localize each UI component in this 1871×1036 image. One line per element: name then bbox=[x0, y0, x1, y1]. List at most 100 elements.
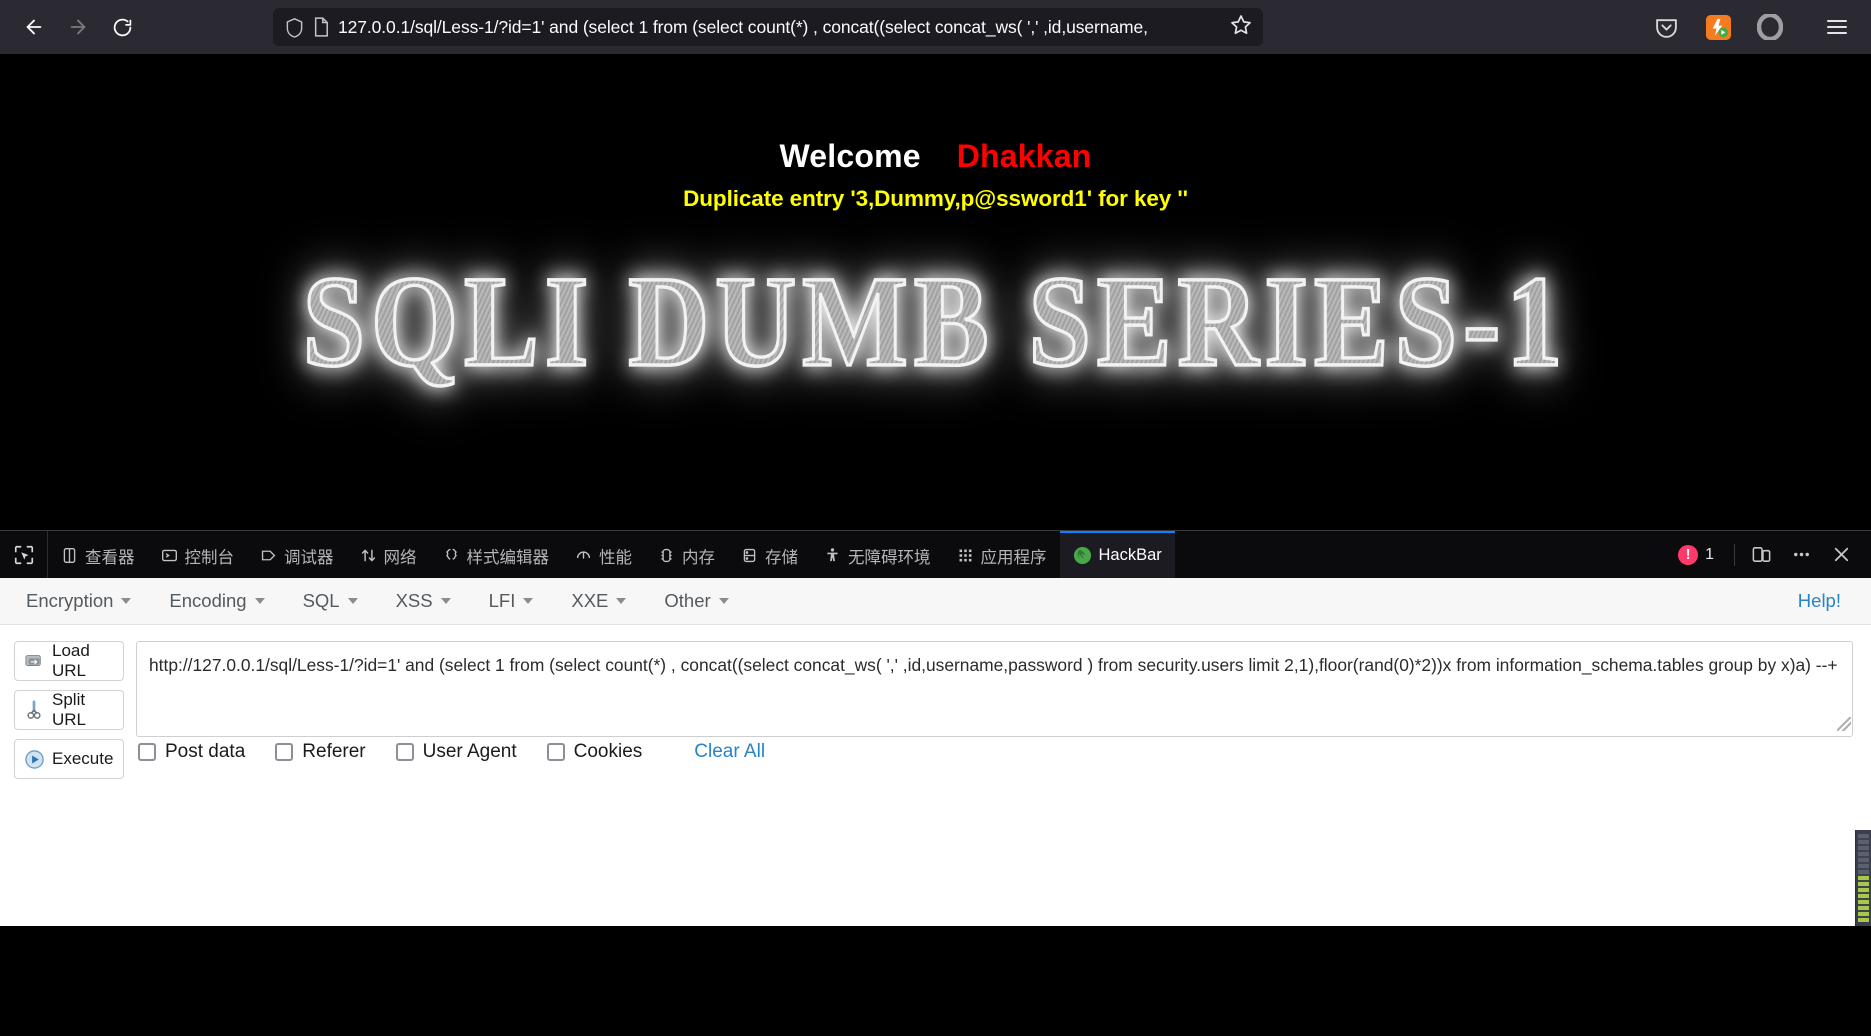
close-devtools-icon[interactable] bbox=[1821, 531, 1861, 579]
opera-icon[interactable] bbox=[1755, 12, 1785, 42]
hackbar-menu-sql[interactable]: SQL bbox=[284, 590, 377, 612]
chevron-down-icon bbox=[121, 598, 132, 604]
devtools-tab-debugger[interactable]: 调试器 bbox=[247, 531, 347, 578]
hackbar-action-buttons: Load URL Split URL Execute bbox=[14, 641, 124, 779]
toolbar-divider bbox=[1734, 543, 1735, 566]
checkbox-label: User Agent bbox=[422, 741, 517, 762]
hackbar-menu-xss[interactable]: XSS bbox=[377, 590, 470, 612]
devtools-tab-inspector[interactable]: 查看器 bbox=[48, 531, 148, 578]
checkbox-referer[interactable]: Referer bbox=[275, 741, 366, 763]
load-url-button[interactable]: Load URL bbox=[14, 641, 124, 681]
inspector-icon bbox=[61, 547, 78, 564]
checkbox-label: Referer bbox=[302, 741, 366, 762]
menu-label: Encoding bbox=[169, 590, 247, 611]
responsive-design-mode-icon[interactable] bbox=[1741, 531, 1781, 579]
devtools-tab-storage[interactable]: 存储 bbox=[728, 531, 811, 578]
hackbar-menu-encryption[interactable]: Encryption bbox=[22, 590, 150, 612]
element-picker-icon[interactable] bbox=[0, 531, 48, 578]
devtools-tab-accessibility[interactable]: 无障碍环境 bbox=[811, 531, 944, 578]
more-tools-icon[interactable] bbox=[1781, 531, 1821, 579]
back-button[interactable] bbox=[14, 7, 54, 47]
sql-error-message: Duplicate entry '3,Dummy,p@ssword1' for … bbox=[683, 186, 1188, 211]
application-icon bbox=[957, 547, 974, 564]
browser-extensions bbox=[1651, 12, 1791, 42]
checkbox-icon[interactable] bbox=[275, 743, 294, 761]
accessibility-icon bbox=[824, 547, 841, 564]
devtools-tab-style-editor[interactable]: 样式编辑器 bbox=[430, 531, 563, 578]
error-icon: ! bbox=[1678, 544, 1699, 565]
hackbar-menu-xxe[interactable]: XXE bbox=[552, 590, 645, 612]
memory-icon bbox=[658, 547, 675, 564]
checkbox-cookies[interactable]: Cookies bbox=[546, 741, 643, 763]
chevron-down-icon bbox=[347, 598, 358, 604]
console-icon bbox=[161, 547, 178, 564]
address-bar[interactable]: 127.0.0.1/sql/Less-1/?id=1' and (select … bbox=[273, 8, 1263, 46]
hackbar-menu-encoding[interactable]: Encoding bbox=[150, 590, 283, 612]
checkbox-label: Post data bbox=[165, 741, 246, 762]
hackbar-body: Load URL Split URL Execute http://127.0.… bbox=[0, 625, 1871, 779]
hackbar-extension-icon[interactable] bbox=[1703, 12, 1733, 42]
application-menu-button[interactable] bbox=[1817, 7, 1857, 47]
checkbox-icon[interactable] bbox=[546, 743, 565, 761]
checkbox-icon[interactable] bbox=[138, 743, 156, 761]
checkbox-label: Cookies bbox=[573, 741, 643, 762]
devtools-tab-label: 应用程序 bbox=[980, 548, 1047, 567]
web-page-content: Welcome Dhakkan Duplicate entry '3,Dummy,… bbox=[0, 54, 1871, 530]
devtools-tab-list: 查看器 控制台 调试器 网络 样式编辑器 性能 内存 存储 无障碍环境 应用程序… bbox=[48, 531, 1175, 578]
page-info-icon[interactable] bbox=[313, 17, 329, 37]
vertical-scrollbar[interactable] bbox=[1855, 830, 1871, 926]
forward-button[interactable] bbox=[58, 7, 98, 47]
split-url-button[interactable]: Split URL bbox=[14, 690, 124, 730]
hackbar-options-row: Post data Referer User Agent Cookies Cle… bbox=[136, 741, 1853, 763]
error-count-badge[interactable]: ! 1 bbox=[1664, 544, 1728, 565]
checkbox-post-data[interactable]: Post data bbox=[138, 741, 245, 763]
hackbar-icon bbox=[1073, 546, 1092, 565]
style-editor-icon bbox=[443, 547, 460, 564]
hackbar-main: http://127.0.0.1/sql/Less-1/?id=1' and (… bbox=[136, 641, 1853, 779]
chevron-down-icon bbox=[718, 598, 729, 604]
menu-label: XSS bbox=[395, 590, 433, 611]
checkbox-icon[interactable] bbox=[395, 743, 414, 761]
hackbar-panel: Encryption Encoding SQL XSS LFI XXE Othe… bbox=[0, 578, 1871, 926]
devtools-tab-hackbar[interactable]: HackBar bbox=[1059, 531, 1175, 578]
split-url-icon bbox=[23, 699, 45, 721]
checkbox-user-agent[interactable]: User Agent bbox=[395, 741, 517, 763]
pocket-icon[interactable] bbox=[1651, 12, 1681, 42]
devtools-tab-label: 调试器 bbox=[284, 548, 334, 567]
devtools-tab-label: 控制台 bbox=[184, 548, 235, 567]
browser-toolbar: 127.0.0.1/sql/Less-1/?id=1' and (select … bbox=[0, 0, 1871, 54]
menu-label: SQL bbox=[302, 590, 340, 611]
textarea-resize-handle[interactable] bbox=[1837, 717, 1851, 731]
bookmark-star-icon[interactable] bbox=[1229, 13, 1253, 42]
load-url-icon bbox=[23, 650, 45, 672]
devtools-tab-application[interactable]: 应用程序 bbox=[944, 531, 1060, 578]
menu-label: Encryption bbox=[26, 590, 114, 611]
button-label: Execute bbox=[52, 749, 114, 768]
debugger-icon bbox=[260, 547, 277, 564]
hackbar-help-link[interactable]: Help! bbox=[1798, 590, 1849, 612]
devtools-toolbar: 查看器 控制台 调试器 网络 样式编辑器 性能 内存 存储 无障碍环境 应用程序… bbox=[0, 530, 1871, 578]
user-name: Dhakkan bbox=[956, 138, 1092, 174]
devtools-tab-network[interactable]: 网络 bbox=[347, 531, 430, 578]
scrollbar-thumb[interactable] bbox=[1858, 834, 1869, 922]
devtools-tab-console[interactable]: 控制台 bbox=[148, 531, 248, 578]
url-textarea[interactable]: http://127.0.0.1/sql/Less-1/?id=1' and (… bbox=[136, 641, 1853, 737]
menu-label: LFI bbox=[488, 590, 516, 611]
devtools-tab-performance[interactable]: 性能 bbox=[562, 531, 645, 578]
devtools-tab-label: 内存 bbox=[682, 548, 715, 567]
chevron-down-icon bbox=[616, 598, 627, 604]
hackbar-menu-other[interactable]: Other bbox=[645, 590, 747, 612]
devtools-tab-label: 样式编辑器 bbox=[466, 548, 550, 567]
clear-all-link[interactable]: Clear All bbox=[694, 741, 765, 763]
performance-icon bbox=[575, 547, 592, 564]
url-text[interactable]: 127.0.0.1/sql/Less-1/?id=1' and (select … bbox=[338, 17, 1220, 38]
devtools-tab-label: 存储 bbox=[765, 548, 798, 567]
storage-icon bbox=[741, 547, 758, 564]
execute-button[interactable]: Execute bbox=[14, 739, 124, 779]
reload-button[interactable] bbox=[102, 7, 142, 47]
devtools-tab-memory[interactable]: 内存 bbox=[645, 531, 728, 578]
network-icon bbox=[360, 547, 377, 564]
hackbar-menubar: Encryption Encoding SQL XSS LFI XXE Othe… bbox=[0, 578, 1871, 625]
chevron-down-icon bbox=[440, 598, 451, 604]
hackbar-menu-lfi[interactable]: LFI bbox=[470, 590, 553, 612]
